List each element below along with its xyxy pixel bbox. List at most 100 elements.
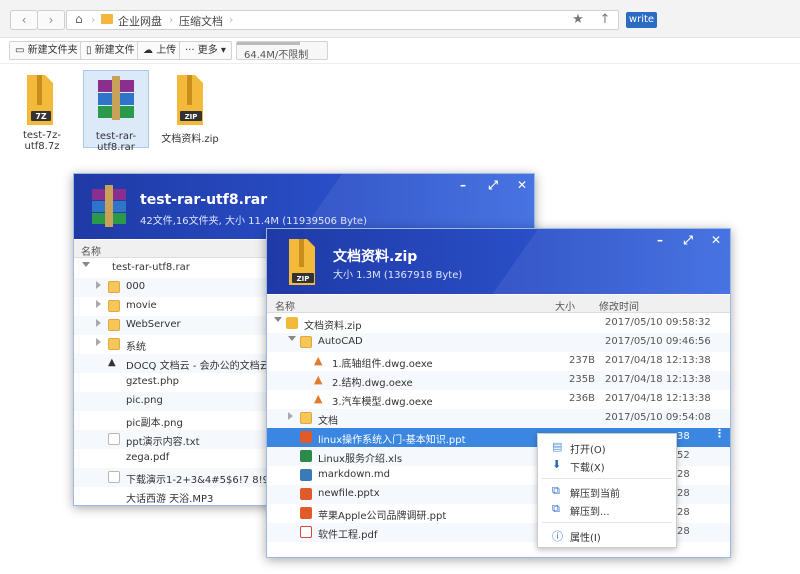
modified-time: 28 (677, 469, 690, 480)
file-name: 2.结构.dwg.oexe (332, 378, 413, 389)
image-icon (108, 414, 120, 426)
expand-right-icon[interactable] (96, 319, 101, 327)
file-name: 1.底轴组件.dwg.oexe (332, 359, 433, 370)
list-item[interactable]: ▲ 2.结构.dwg.oexe 235B 2017/04/18 12:13:38 (267, 371, 730, 390)
file-name: markdown.md (318, 469, 391, 480)
quota-progress (237, 42, 300, 45)
extract-to-icon: ⧉ (552, 502, 560, 515)
cad-icon: ▲ (314, 354, 323, 367)
list-item[interactable]: AutoCAD 2017/05/10 09:46:56 (267, 333, 730, 352)
expand-right-icon[interactable] (96, 300, 101, 308)
cad-icon: ▲ (314, 373, 323, 386)
modified-time: 2017/05/10 09:58:32 (605, 317, 711, 328)
close-icon[interactable]: ✕ (709, 233, 723, 247)
desktop-file[interactable]: ZIP 文档资料.zip (157, 70, 223, 148)
window-header: ZIP 文档资料.zip 大小 1.3M (1367918 Byte) – ⤢ … (267, 229, 730, 294)
menu-extract-to[interactable]: ⧉ 解压到... (538, 500, 676, 518)
expand-right-icon[interactable] (96, 338, 101, 346)
upload-button[interactable]: ☁ 上传 (137, 41, 183, 60)
cad-icon: ▲ (314, 392, 323, 405)
menu-extract-here[interactable]: ⧉ 解压到当前 (538, 482, 676, 500)
expand-down-icon[interactable] (82, 262, 90, 267)
new-folder-button[interactable]: ▭ 新建文件夹 (9, 41, 84, 60)
zip-icon (286, 317, 298, 329)
minimize-icon[interactable]: – (653, 233, 667, 247)
markdown-icon (300, 469, 312, 481)
file-name: pic副本.png (126, 418, 183, 429)
archive-zip-icon: ZIP (289, 239, 315, 285)
modified-time: 2017/05/10 09:46:56 (605, 336, 711, 347)
folder-icon (108, 338, 120, 350)
maximize-icon[interactable]: ⤢ (681, 233, 695, 248)
desktop-file[interactable]: 7Z test-7z-utf8.7z (9, 70, 75, 152)
more-button[interactable]: ··· 更多 ▾ (179, 41, 232, 60)
window-title: test-rar-utf8.rar (140, 192, 268, 208)
ppt-icon (300, 488, 312, 500)
archive-icon (94, 262, 106, 274)
new-file-button[interactable]: ▯ 新建文件 (80, 41, 141, 60)
forward-button[interactable]: › (37, 10, 65, 30)
column-header: 名称 大小 修改时间 (267, 295, 730, 313)
arrow-up-icon[interactable]: ↑ (594, 10, 616, 30)
window-subtitle: 大小 1.3M (1367918 Byte) (333, 270, 463, 281)
modified-time: 2017/04/18 12:13:38 (605, 355, 711, 366)
folder-icon (300, 336, 312, 348)
file-name: 系统 (126, 342, 146, 353)
svg-text:ZIP: ZIP (297, 275, 310, 283)
breadcrumb-item[interactable]: 压缩文档 (179, 13, 223, 29)
modified-time: 38 (677, 431, 690, 442)
file-name: 软件工程.pdf (318, 530, 378, 541)
folder-icon (108, 281, 120, 293)
back-button[interactable]: ‹ (10, 10, 38, 30)
menu-properties[interactable]: ⓘ 属性(I) (538, 526, 676, 544)
minimize-icon[interactable]: – (456, 178, 470, 192)
file-name: 文档资料.zip (304, 321, 362, 332)
archive-rar-icon (98, 76, 134, 120)
modified-time: 28 (677, 526, 690, 537)
list-item[interactable]: ▲ 1.底轴组件.dwg.oexe 237B 2017/04/18 12:13:38 (267, 352, 730, 371)
download-icon: ⬇ (552, 458, 562, 471)
list-item[interactable]: ▲ 3.汽车模型.dwg.oexe 236B 2017/04/18 12:13:38 (267, 390, 730, 409)
expand-down-icon[interactable] (274, 317, 282, 322)
desktop-file-selected[interactable]: test-rar-utf8.rar (83, 70, 149, 153)
modified-time: 28 (677, 507, 690, 518)
chevron-left-icon: ‹ (21, 13, 27, 27)
xls-icon (300, 450, 312, 462)
window-subtitle: 42文件,16文件夹, 大小 11.4M (11939506 Byte) (140, 216, 367, 227)
file-name: AutoCAD (318, 336, 363, 347)
archive-7z-icon: 7Z (27, 75, 53, 125)
expand-right-icon[interactable] (288, 412, 293, 420)
modified-time: 2017/04/18 12:13:38 (605, 393, 711, 404)
more-options-icon[interactable]: ⋮ (714, 427, 725, 440)
info-icon: ⓘ (552, 530, 563, 543)
ppt-icon (300, 507, 312, 519)
folder-icon (108, 319, 120, 331)
close-icon[interactable]: ✕ (515, 178, 529, 192)
context-menu: ▤ 打开(O) ⬇ 下载(X) ⧉ 解压到当前 ⧉ 解压到... ⓘ 属性(I) (537, 433, 677, 548)
php-icon (108, 376, 120, 388)
breadcrumb-item[interactable]: 企业网盘 (118, 13, 162, 29)
file-name: 大话西游 天浴.MP3 (126, 494, 214, 505)
folder-icon (108, 300, 120, 312)
home-icon[interactable]: ⌂ (75, 12, 83, 26)
menu-open[interactable]: ▤ 打开(O) (538, 438, 676, 456)
maximize-icon[interactable]: ⤢ (486, 178, 500, 193)
open-file-icon: ▤ (552, 440, 563, 453)
modified-time: 28 (677, 488, 690, 499)
write-button[interactable]: write (626, 12, 657, 28)
file-name: 文档 (318, 416, 338, 427)
image-icon (108, 395, 120, 407)
expand-down-icon[interactable] (288, 336, 296, 341)
ppt-icon (300, 431, 312, 443)
star-icon[interactable]: ★ (567, 10, 589, 30)
list-item[interactable]: 文档 2017/05/10 09:54:08 (267, 409, 730, 428)
file-name: Linux服务介绍.xls (318, 454, 403, 465)
modified-time: 2017/05/10 09:54:08 (605, 412, 711, 423)
menu-download[interactable]: ⬇ 下载(X) (538, 456, 676, 474)
expand-right-icon[interactable] (96, 281, 101, 289)
text-file-icon (108, 433, 120, 445)
window-title: 文档资料.zip (333, 249, 418, 265)
list-item[interactable]: 文档资料.zip 2017/05/10 09:58:32 (267, 314, 730, 333)
top-bar: ‹ › ⌂ › 企业网盘 › 压缩文档 › ★ ↑ write (0, 0, 800, 38)
file-name: test-rar-utf8.rar (112, 262, 190, 273)
